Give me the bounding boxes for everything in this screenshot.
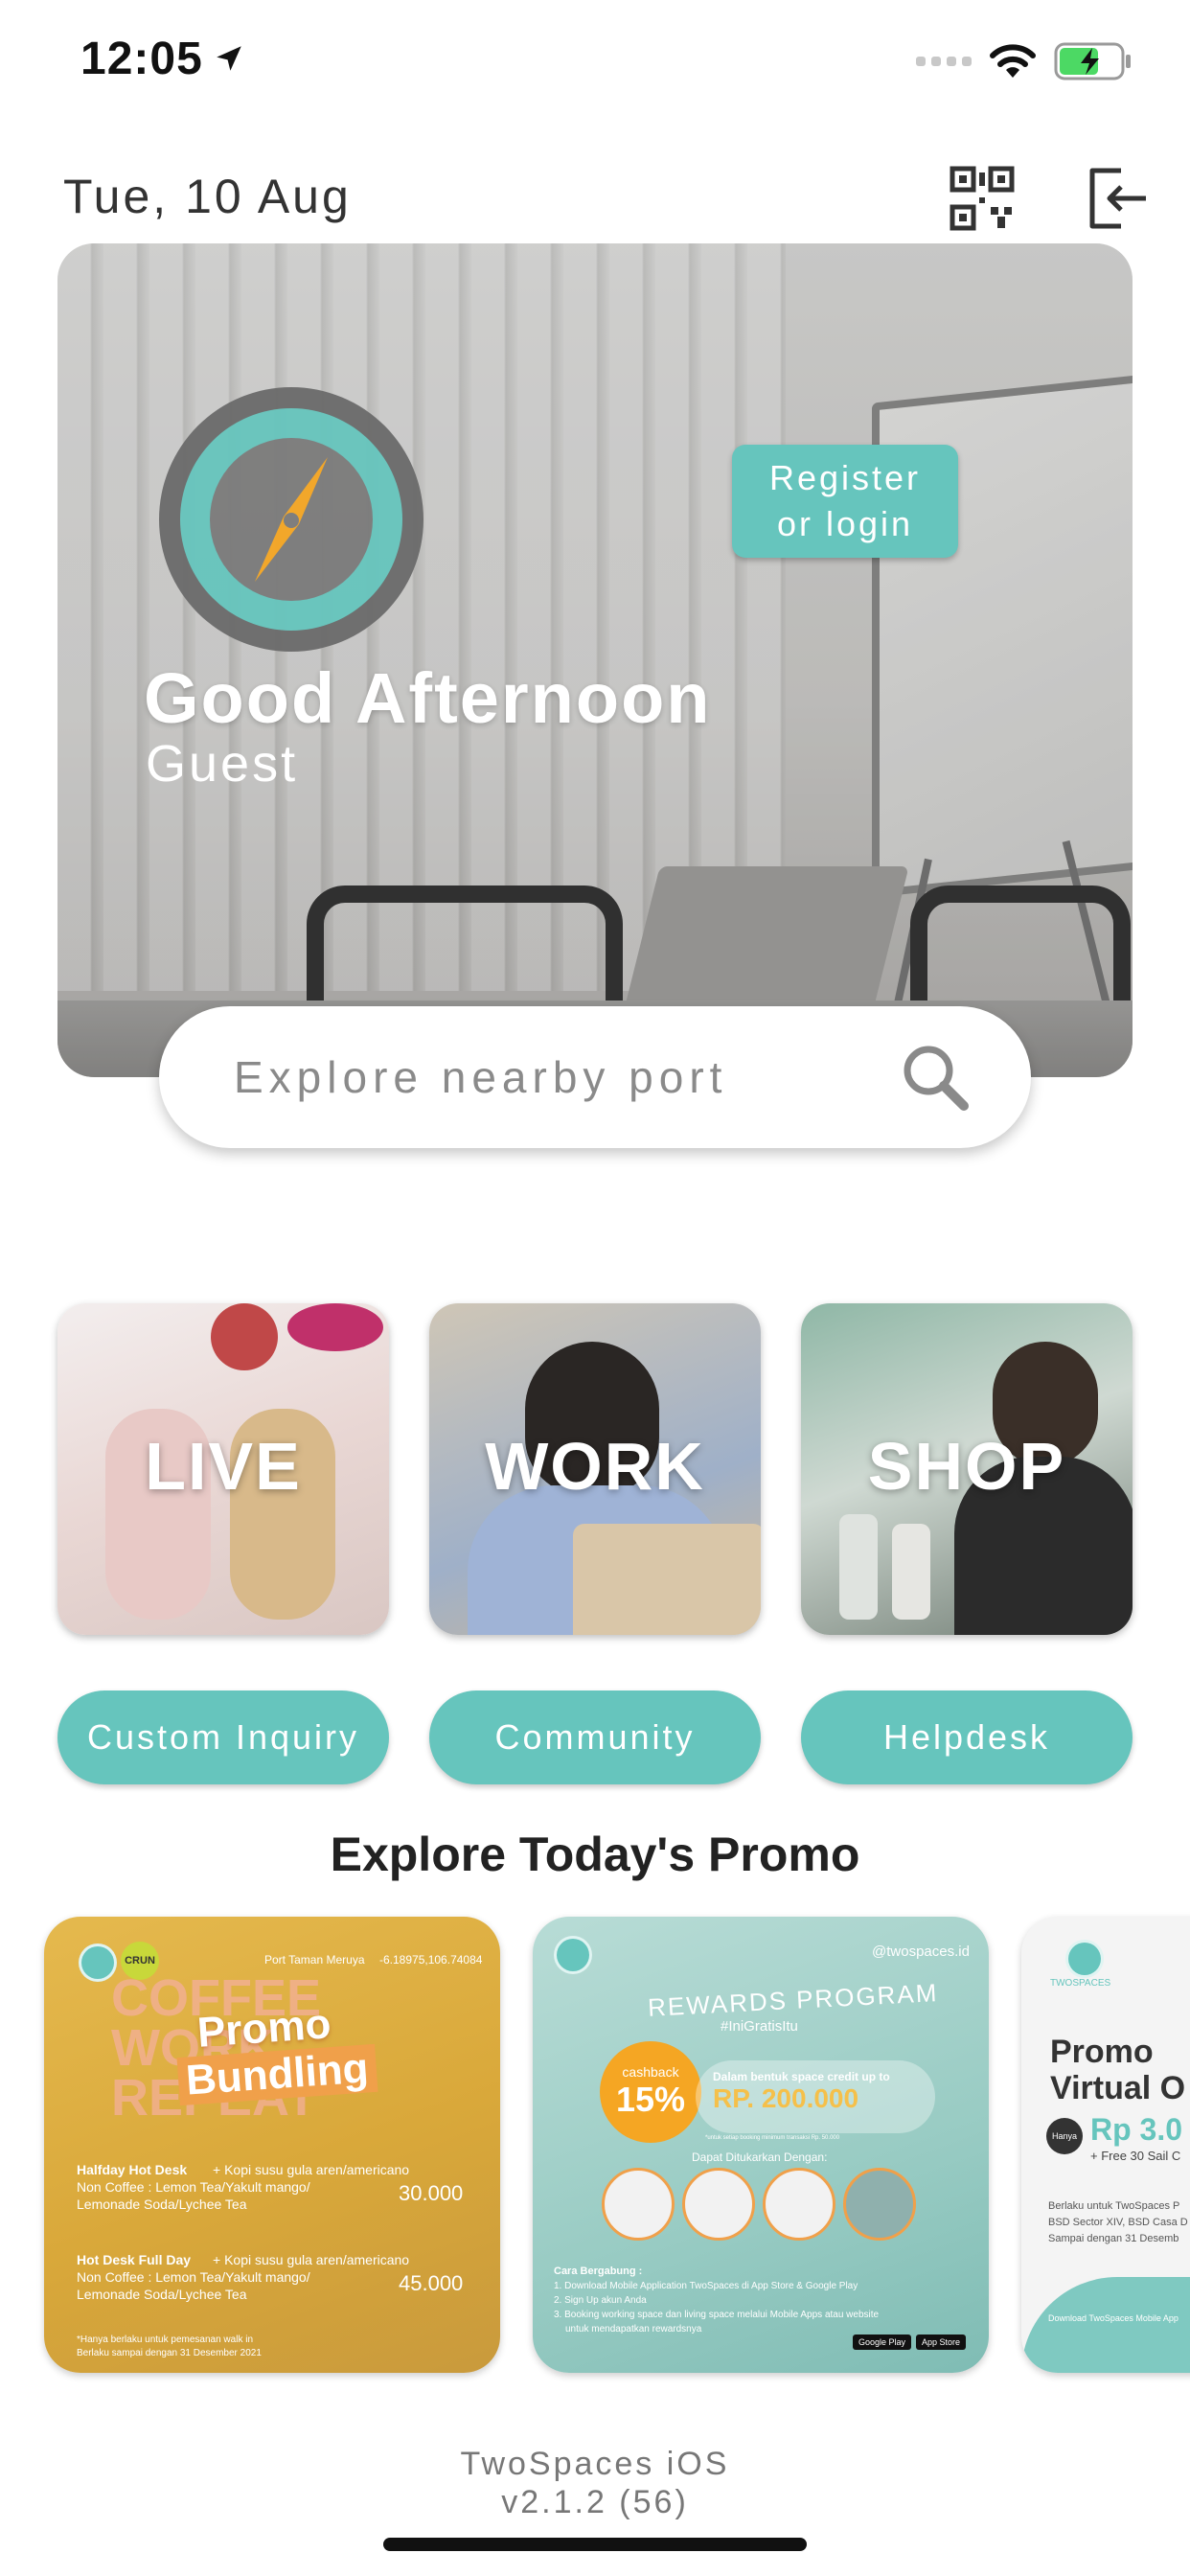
wifi-icon <box>990 44 1036 78</box>
promo-line: Berlaku untuk TwoSpaces P <box>1048 2200 1180 2212</box>
cashback-badge: cashback 15% <box>600 2041 701 2143</box>
compass-needle-icon <box>255 457 328 582</box>
steps-title: Cara Bergabung : <box>554 2266 643 2277</box>
date-label: Tue, 10 Aug <box>63 170 352 223</box>
tile-label: SHOP <box>867 1429 1066 1504</box>
promo-item-desc: Non Coffee : Lemon Tea/Yakult mango/ <box>77 2179 310 2195</box>
category-tile-live[interactable]: LIVE <box>57 1303 389 1635</box>
google-play-badge: Google Play <box>853 2334 912 2350</box>
promo-item-desc: + Kopi susu gula aren/americano <box>213 2162 410 2177</box>
status-icons <box>916 42 1133 80</box>
promo-note: *Hanya berlaku untuk pemesanan walk in <box>77 2334 253 2345</box>
jar-graphic <box>839 1514 878 1620</box>
promo-section-title: Explore Today's Promo <box>330 1828 860 1881</box>
reward-item-image <box>602 2168 675 2241</box>
promo-headline: Promo <box>1050 2034 1154 2070</box>
tile-label: WORK <box>485 1429 705 1504</box>
logout-icon[interactable] <box>1083 163 1154 234</box>
jar-graphic <box>892 1524 930 1620</box>
status-time: 12:05 <box>80 34 203 84</box>
promo-item-desc: Lemonade Soda/Lychee Tea <box>77 2196 247 2212</box>
search-icon[interactable] <box>897 1039 973 1116</box>
promo-item-desc: Lemonade Soda/Lychee Tea <box>77 2287 247 2302</box>
user-name: Guest <box>146 735 299 793</box>
custom-inquiry-button[interactable]: Custom Inquiry <box>57 1690 389 1784</box>
hero-banner: Register or login Good Afternoon Guest <box>57 243 1133 1077</box>
promo-card-virtual-office[interactable]: TWOSPACES Promo Virtual O Hanya Rp 3.0 +… <box>1021 1917 1190 2373</box>
promo-handle: @twospaces.id <box>872 1944 970 1960</box>
home-indicator[interactable] <box>383 2538 807 2551</box>
promo-location: Port Taman Meruya <box>264 1953 365 1966</box>
compass-logo-icon <box>159 387 423 652</box>
reward-item-image <box>682 2168 755 2241</box>
promo-line: Sampai dengan 31 Desemb <box>1048 2233 1179 2244</box>
redeem-label: Dapat Ditukarkan Dengan: <box>692 2150 828 2164</box>
category-tile-work[interactable]: WORK <box>429 1303 761 1635</box>
login-line: or login <box>776 504 914 543</box>
laptop-graphic <box>573 1524 761 1635</box>
card-wave-graphic <box>1021 2277 1190 2373</box>
brand-text: TWOSPACES <box>1050 1978 1111 1989</box>
helpdesk-button[interactable]: Helpdesk <box>801 1690 1133 1784</box>
credit-note: *untuk setiap booking minimum transaksi … <box>705 2135 840 2141</box>
promo-heading: REWARDS PROGRAM <box>647 1978 940 2022</box>
credit-value: RP. 200.000 <box>713 2083 859 2113</box>
promo-item-desc: + Kopi susu gula aren/americano <box>213 2252 410 2267</box>
promo-item-title: Halfday Hot Desk <box>77 2162 188 2177</box>
register-line: Register <box>768 458 922 497</box>
step-text: 3. Booking working space dan living spac… <box>554 2310 880 2320</box>
battery-charging-icon <box>1054 42 1131 80</box>
hanya-badge: Hanya <box>1046 2118 1083 2154</box>
credit-pill: Dalam bentuk space credit up to RP. 200.… <box>696 2060 935 2133</box>
promo-item-price: 30.000 <box>399 2181 464 2205</box>
brand-logo-icon <box>554 1936 592 1974</box>
category-tile-shop[interactable]: SHOP <box>801 1303 1133 1635</box>
cashback-label: cashback <box>622 2064 679 2080</box>
promo-coords: -6.18975,106.74084 <box>379 1953 483 1966</box>
app-store-badge: App Store <box>916 2334 967 2350</box>
decor-graphic <box>211 1303 278 1370</box>
promo-note: Berlaku sampai dengan 31 Desember 2021 <box>77 2348 262 2358</box>
cashback-value: 15% <box>615 2080 686 2119</box>
home-screen: 12:05 Tue, 10 Aug Register or login Good… <box>0 0 1190 2576</box>
decor-graphic <box>287 1303 383 1351</box>
register-login-button[interactable]: Register or login <box>732 445 958 558</box>
step-text: untuk mendapatkan rewardsnya <box>565 2324 702 2334</box>
promo-bonus: + Free 30 Sail C <box>1090 2149 1181 2163</box>
search-input[interactable]: Explore nearby port <box>234 1051 897 1103</box>
promo-headline: Virtual O <box>1050 2070 1186 2106</box>
greeting-title: Good Afternoon <box>144 658 712 738</box>
app-version-name: TwoSpaces iOS <box>460 2446 730 2482</box>
download-label: Download TwoSpaces Mobile App <box>1048 2313 1179 2323</box>
reward-item-image <box>763 2168 835 2241</box>
brand-logo-icon <box>1065 1940 1104 1978</box>
promo-item-price: 45.000 <box>399 2271 464 2295</box>
tile-label: LIVE <box>145 1429 302 1504</box>
search-bar[interactable]: Explore nearby port <box>159 1006 1031 1148</box>
reward-item-image <box>843 2168 916 2241</box>
step-text: 2. Sign Up akun Anda <box>554 2295 647 2306</box>
promo-item-title: Hot Desk Full Day <box>77 2252 192 2267</box>
promo-card-rewards[interactable]: @twospaces.id REWARDS PROGRAM #IniGratis… <box>533 1917 989 2373</box>
step-text: 1. Download Mobile Application TwoSpaces… <box>554 2281 858 2291</box>
app-version-number: v2.1.2 (56) <box>501 2484 689 2520</box>
qr-code-icon[interactable] <box>947 163 1018 234</box>
signal-icon <box>916 57 972 66</box>
promo-hashtag: #IniGratisItu <box>721 2018 798 2035</box>
promo-item-desc: Non Coffee : Lemon Tea/Yakult mango/ <box>77 2269 310 2285</box>
promo-price: Rp 3.0 <box>1090 2112 1183 2147</box>
community-button[interactable]: Community <box>429 1690 761 1784</box>
promo-card-bundling[interactable]: CRUN Port Taman Meruya -6.18975,106.7408… <box>44 1917 500 2373</box>
credit-label: Dalam bentuk space credit up to <box>713 2070 890 2083</box>
promo-line: BSD Sector XIV, BSD Casa D <box>1048 2217 1188 2228</box>
location-arrow-icon <box>217 46 241 71</box>
